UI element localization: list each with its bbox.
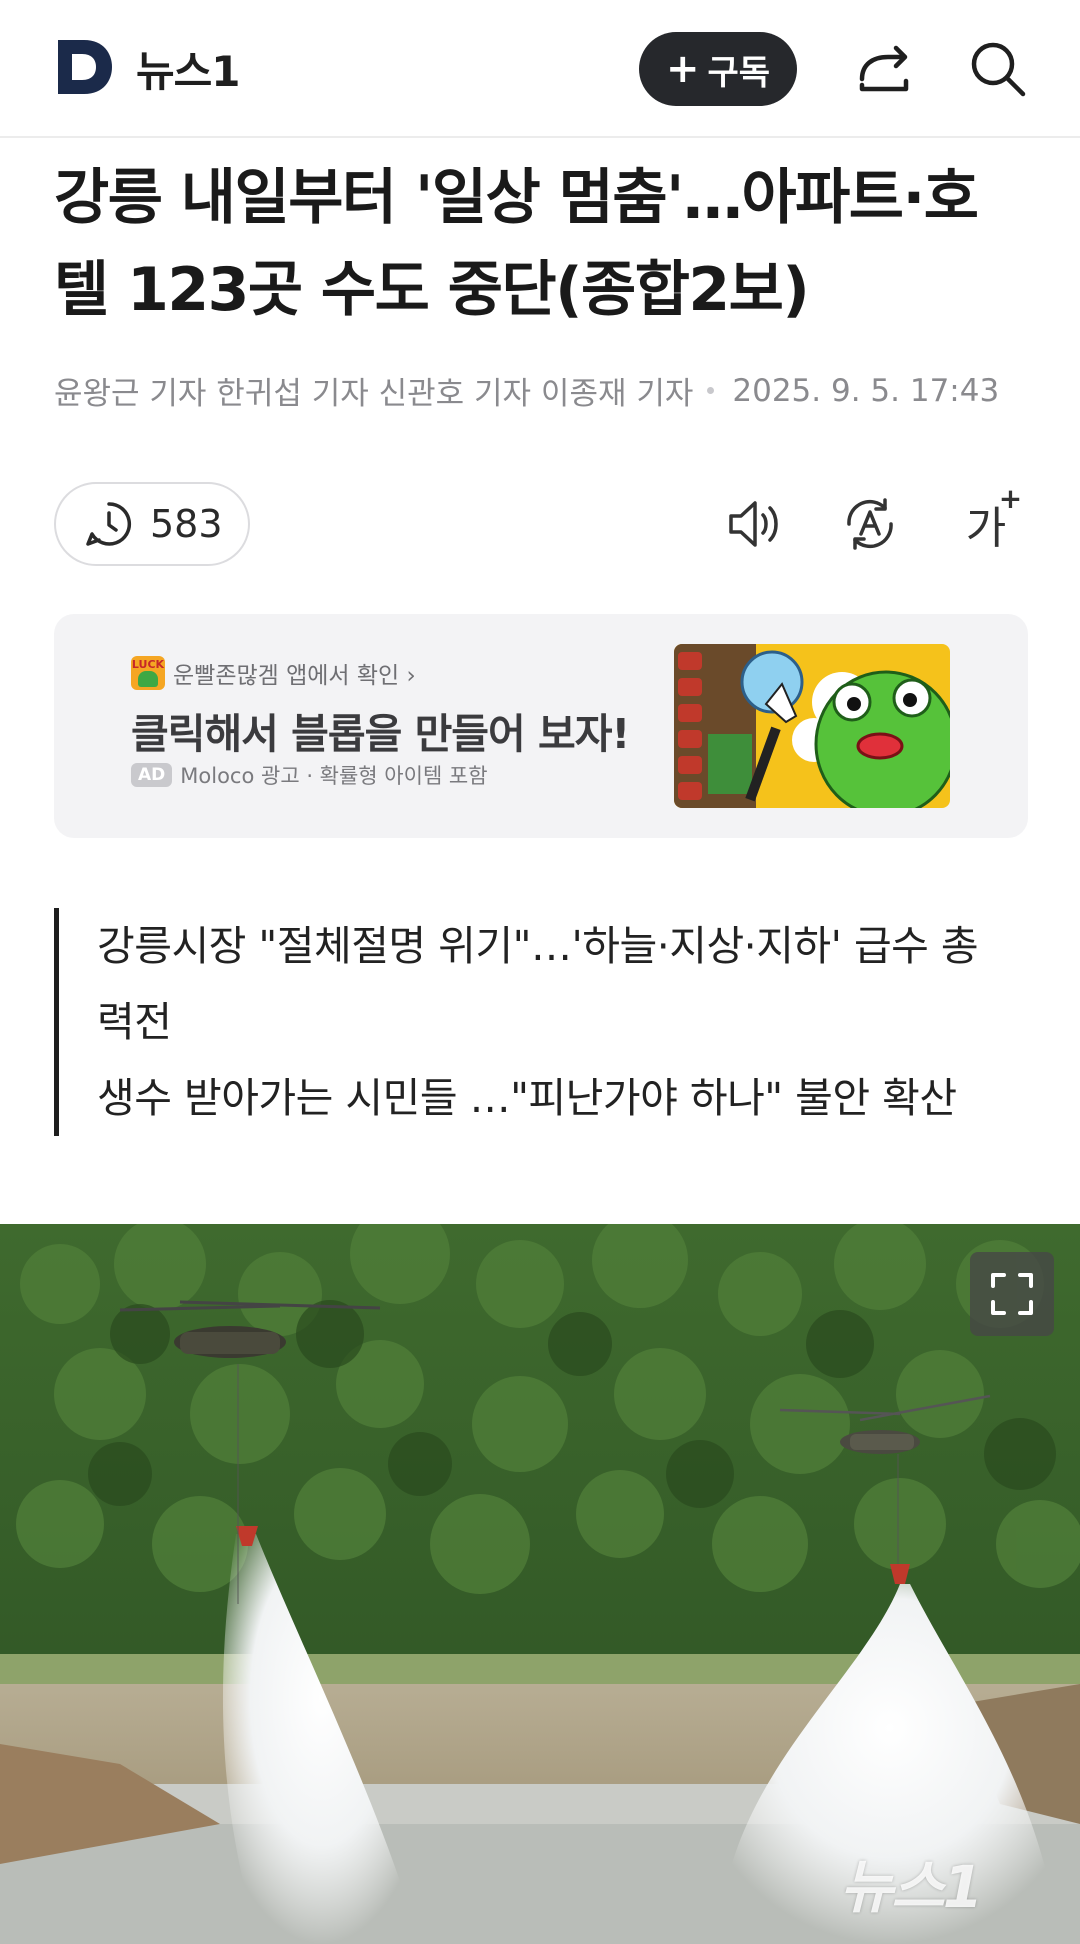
ad-meta: AD Moloco 광고 · 확률형 아이템 포함 (131, 760, 488, 790)
reporters[interactable]: 윤왕근 기자 한귀섭 기자 신관호 기자 이종재 기자 (54, 368, 693, 413)
summary-line-2: 력전 (97, 998, 172, 1046)
summary-line-1: 강릉시장 "절체절명 위기"…'하늘·지상·지하' 급수 총 (97, 922, 979, 970)
font-size-button[interactable]: 가 + (946, 482, 1026, 564)
title-line-2: 텔 123곳 수도 중단(종합2보) (54, 255, 810, 325)
article-photo[interactable] (0, 1224, 1080, 1944)
title-line-1: 강릉 내일부터 '일상 멈춤'…아파트·호 (54, 163, 979, 233)
ad-banner[interactable]: LUCK 운빨존많겜 앱에서 확인 › 클릭해서 블롭을 만들어 보자! AD … (54, 614, 1028, 838)
search-button[interactable] (960, 31, 1036, 107)
subscribe-button[interactable]: + 구독 (639, 32, 797, 106)
comment-button[interactable]: 583 (54, 482, 250, 566)
ad-badge: AD (131, 763, 173, 787)
subscribe-label: 구독 (707, 52, 771, 93)
ad-meta-text: Moloco 광고 · 확률형 아이템 포함 (180, 764, 488, 788)
share-icon (859, 45, 909, 92)
ad-app-text: 운빨존많겜 앱에서 확인 › (173, 663, 416, 689)
translate-button[interactable] (830, 484, 910, 564)
speaker-icon (729, 501, 778, 547)
translate-icon (847, 498, 893, 550)
top-header: 뉴스1 + 구독 (0, 0, 1080, 138)
comment-icon (86, 502, 132, 546)
share-button[interactable] (846, 31, 922, 107)
article-title: 강릉 내일부터 '일상 멈춤'…아파트·호 텔 123곳 수도 중단(종합2보) (54, 152, 1034, 336)
plus-icon: + (665, 46, 700, 92)
brand-name[interactable]: 뉴스1 (136, 38, 241, 99)
byline: 윤왕근 기자 한귀섭 기자 신관호 기자 이종재 기자 2025. 9. 5. … (54, 368, 1054, 413)
comment-count: 583 (150, 502, 223, 546)
font-size-icon: 가 + (965, 482, 1023, 554)
ad-headline[interactable]: 클릭해서 블롭을 만들어 보자! (131, 700, 630, 760)
article-summary: 강릉시장 "절체절명 위기"…'하늘·지상·지하' 급수 총 력전 생수 받아가… (54, 908, 1044, 1136)
expand-icon (991, 1273, 1033, 1315)
news1-logo[interactable] (54, 36, 116, 98)
ad-image[interactable] (674, 644, 950, 808)
summary-line-3: 생수 받아가는 시민들 …"피난가야 하나" 불안 확산 (97, 1074, 957, 1122)
ad-app-link[interactable]: LUCK 운빨존많겜 앱에서 확인 › (131, 656, 416, 690)
separator-dot (707, 387, 715, 394)
expand-photo-button[interactable] (970, 1252, 1054, 1336)
search-icon (971, 42, 1026, 97)
photo-watermark: 뉴스1 (840, 1853, 983, 1921)
tts-button[interactable] (716, 484, 796, 564)
publish-date: 2025. 9. 5. 17:43 (732, 372, 1000, 409)
app-icon: LUCK (131, 656, 165, 690)
